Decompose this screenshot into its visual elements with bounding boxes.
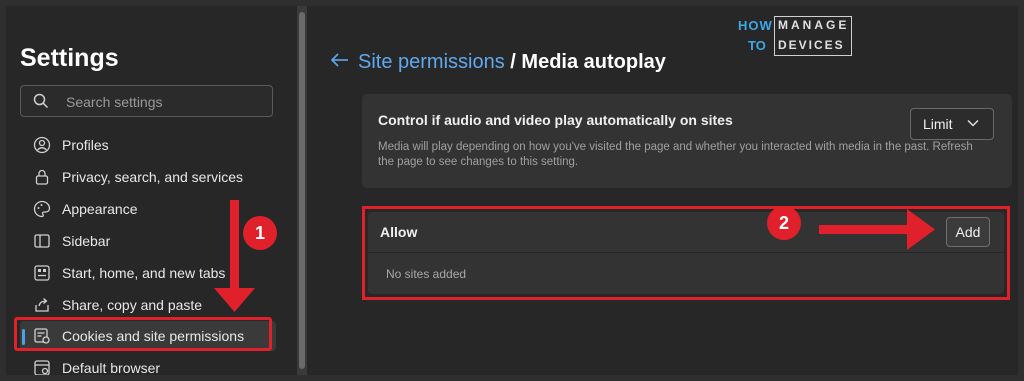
sidebar: Settings Search settings Profiles Privac… <box>6 6 296 375</box>
sidebar-item-label: Privacy, search, and services <box>62 169 244 185</box>
sidebar-item-label: Sidebar <box>62 233 111 249</box>
home-tabs-icon <box>34 265 50 281</box>
breadcrumb-separator: / <box>510 51 516 73</box>
autoplay-limit-dropdown[interactable]: Limit <box>910 108 994 140</box>
page-title: Media autoplay <box>521 51 666 73</box>
browser-icon <box>34 360 50 375</box>
autoplay-setting-card: Control if audio and video play automati… <box>362 94 1012 188</box>
scrollbar-thumb[interactable] <box>299 12 305 369</box>
autoplay-description: Media will play depending on how you've … <box>378 141 973 168</box>
profile-icon <box>33 136 51 154</box>
sidebar-item-appearance[interactable]: Appearance <box>20 194 276 224</box>
sidebar-item-label: Appearance <box>62 201 138 217</box>
autoplay-heading: Control if audio and video play automati… <box>378 112 733 128</box>
sidebar-item-label: Profiles <box>62 137 109 153</box>
no-sites-text: No sites added <box>386 267 467 281</box>
back-arrow-icon[interactable] <box>330 52 350 68</box>
share-icon <box>35 298 49 312</box>
search-placeholder: Search settings <box>66 94 163 110</box>
highlight-box-cookies <box>14 317 272 351</box>
search-input[interactable]: Search settings <box>20 85 273 117</box>
logo-manage: MANAGE <box>778 18 850 32</box>
dropdown-value: Limit <box>923 116 953 132</box>
sidebar-item-share[interactable]: Share, copy and paste <box>20 290 276 320</box>
sidebar-icon <box>34 234 50 248</box>
logo-how: HOW <box>738 18 773 33</box>
sidebar-item-sidebar[interactable]: Sidebar <box>20 226 276 256</box>
step-badge-2: 2 <box>767 206 801 240</box>
palette-icon <box>33 200 51 218</box>
divider <box>368 252 1004 253</box>
sidebar-item-label: Start, home, and new tabs <box>62 265 226 281</box>
add-button[interactable]: Add <box>946 217 990 247</box>
allow-section: Allow Add No sites added <box>362 206 1010 300</box>
allow-card: Allow Add No sites added <box>368 212 1004 294</box>
settings-title: Settings <box>20 44 119 72</box>
sidebar-item-default-browser[interactable]: Default browser <box>20 353 276 375</box>
lock-icon <box>35 169 49 185</box>
sidebar-item-profiles[interactable]: Profiles <box>20 130 276 160</box>
sidebar-item-label: Default browser <box>62 360 161 375</box>
step-badge-1: 1 <box>243 216 277 250</box>
settings-window: Settings Search settings Profiles Privac… <box>6 6 1018 375</box>
logo-to: TO <box>748 38 766 53</box>
breadcrumb: Site permissions / Media autoplay <box>358 51 666 74</box>
sidebar-item-start-home[interactable]: Start, home, and new tabs <box>20 258 276 288</box>
logo-devices: DEVICES <box>778 38 845 52</box>
chevron-down-icon <box>967 119 979 127</box>
breadcrumb-link-site-permissions[interactable]: Site permissions <box>358 51 505 73</box>
howtomanagedevices-logo: HOW TO MANAGE DEVICES <box>734 16 854 58</box>
sidebar-item-label: Share, copy and paste <box>62 297 203 313</box>
main-content: Site permissions / Media autoplay HOW TO… <box>308 6 1018 375</box>
search-icon <box>33 93 49 109</box>
sidebar-item-privacy[interactable]: Privacy, search, and services <box>20 162 276 192</box>
allow-heading: Allow <box>380 224 418 240</box>
